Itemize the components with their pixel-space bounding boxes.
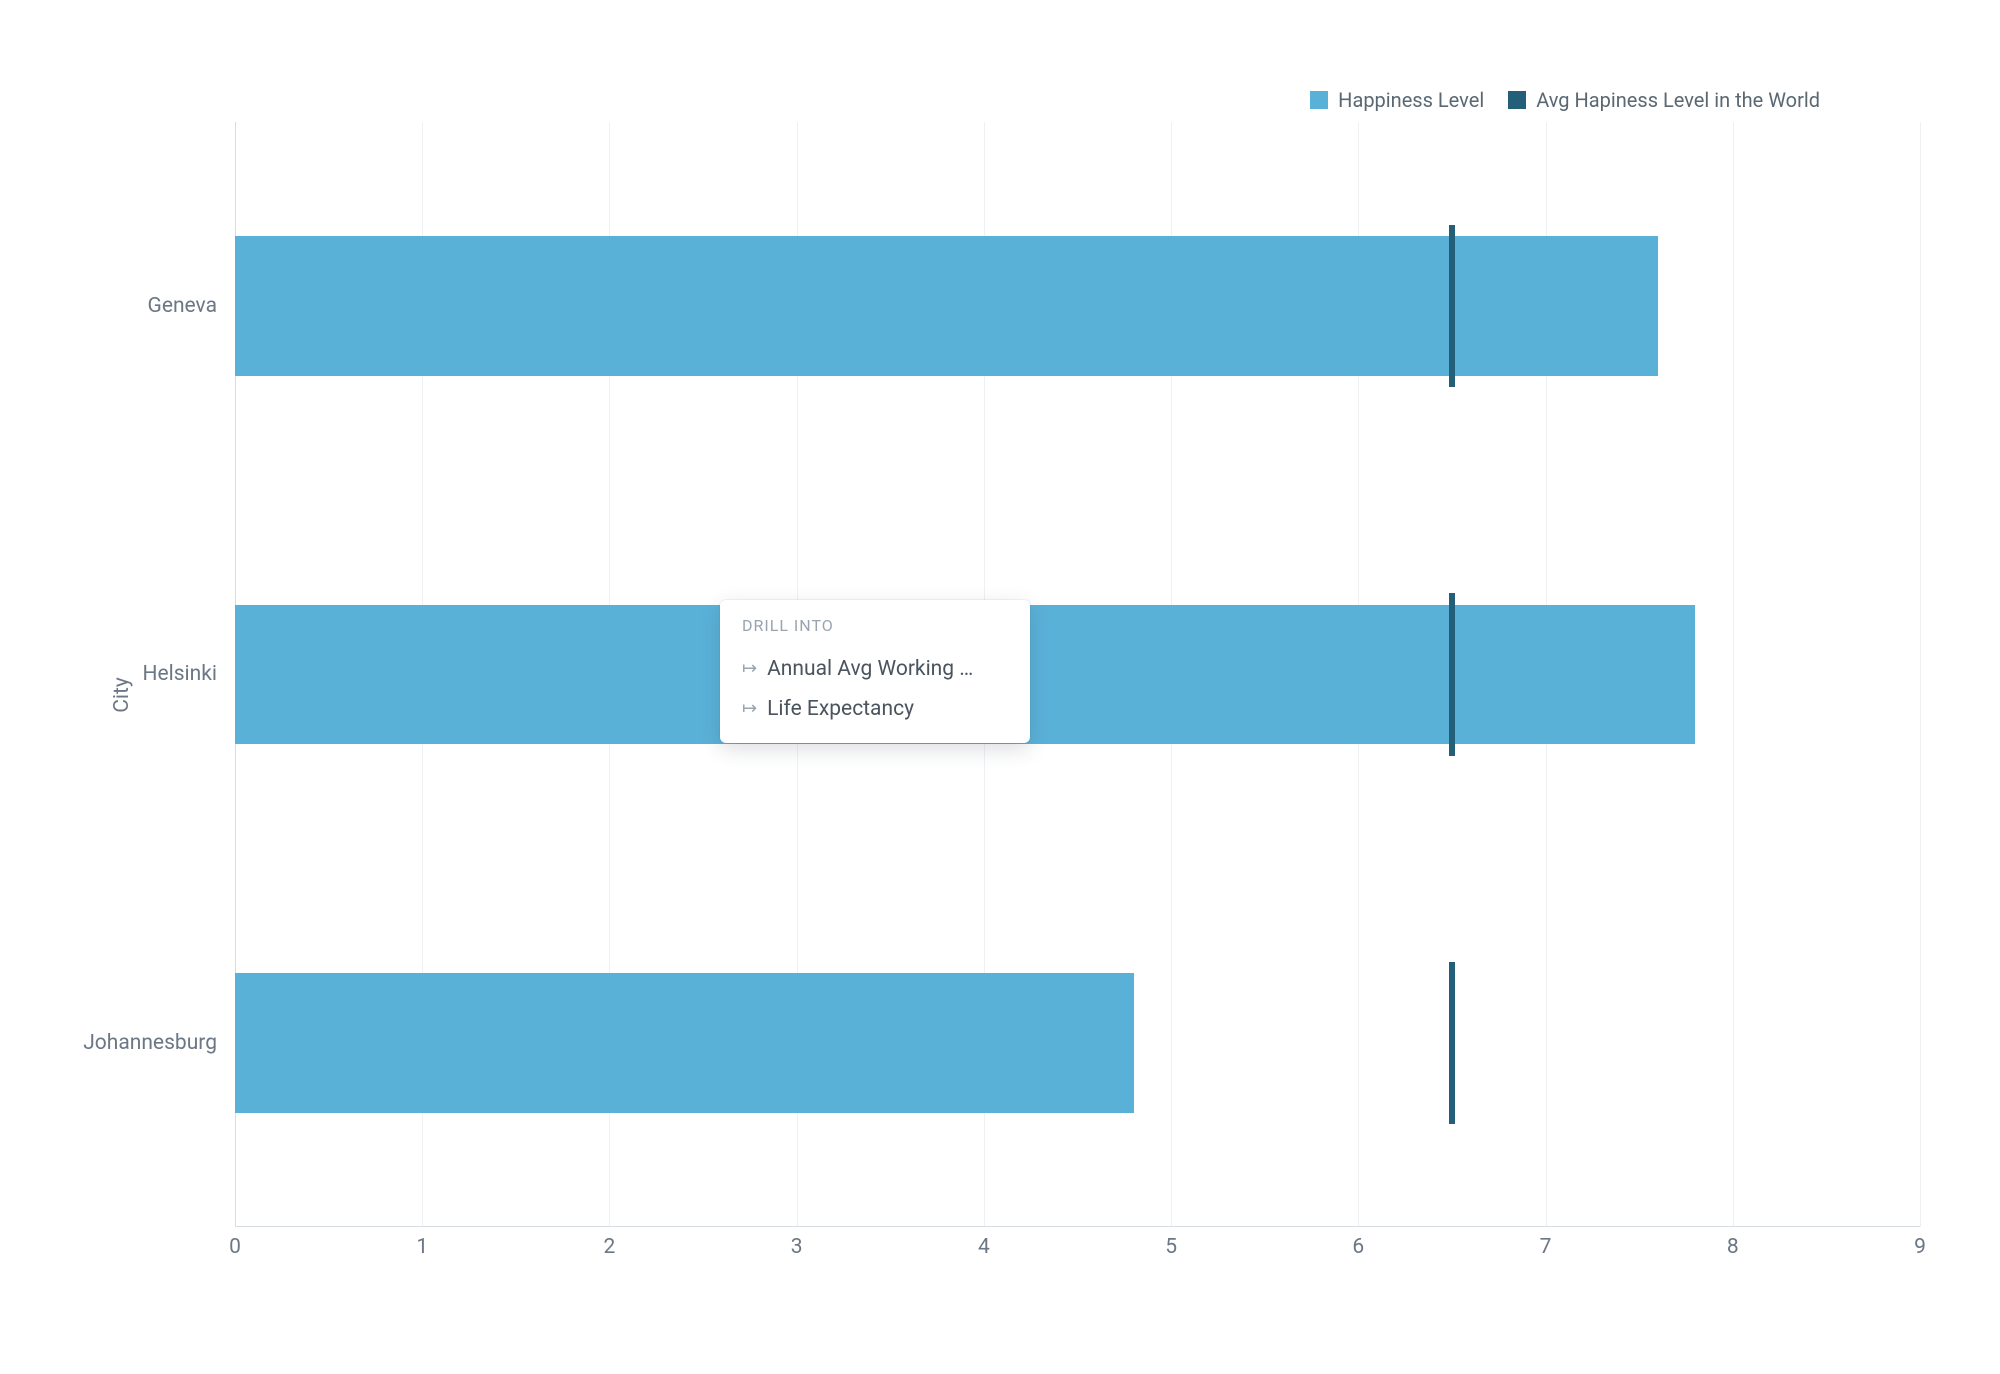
- x-tick-label: 0: [229, 1235, 241, 1259]
- x-tick-label: 8: [1727, 1235, 1739, 1259]
- drill-arrow-icon: ↦: [742, 698, 757, 719]
- drill-popover: DRILL INTO ↦ Annual Avg Working … ↦ Life Ex…: [720, 600, 1030, 743]
- drill-option[interactable]: ↦ Annual Avg Working …: [742, 649, 1008, 689]
- drill-option-label: Annual Avg Working …: [767, 657, 1008, 681]
- x-tick-label: 9: [1914, 1235, 1926, 1259]
- legend-label-happiness: Happiness Level: [1338, 88, 1484, 112]
- drill-option-label: Life Expectancy: [767, 697, 1008, 721]
- legend-item-happiness[interactable]: Happiness Level: [1310, 88, 1484, 112]
- x-tick-label: 5: [1165, 1235, 1177, 1259]
- x-tick-label: 3: [791, 1235, 803, 1259]
- bar-happiness[interactable]: [235, 236, 1658, 376]
- x-ticks: 0123456789: [235, 1235, 1920, 1275]
- x-tick-label: 1: [416, 1235, 428, 1259]
- bar-happiness[interactable]: [235, 973, 1134, 1113]
- y-tick-label: Helsinki: [142, 662, 217, 686]
- marker-avg[interactable]: [1449, 962, 1455, 1124]
- legend-item-avg[interactable]: Avg Hapiness Level in the World: [1508, 88, 1820, 112]
- legend-swatch-happiness: [1310, 91, 1328, 109]
- y-axis-label: City: [110, 677, 134, 713]
- plot-area: GenevaHelsinkiJohannesburg: [235, 122, 1920, 1227]
- x-tick-label: 6: [1352, 1235, 1364, 1259]
- x-tick-label: 2: [604, 1235, 616, 1259]
- marker-avg[interactable]: [1449, 225, 1455, 387]
- y-tick-label: Geneva: [148, 294, 217, 318]
- chart-row: Johannesburg: [235, 859, 1920, 1227]
- legend-swatch-avg: [1508, 91, 1526, 109]
- drill-option[interactable]: ↦ Life Expectancy: [742, 689, 1008, 729]
- chart-row: Geneva: [235, 122, 1920, 490]
- legend: Happiness Level Avg Hapiness Level in th…: [1310, 88, 1820, 112]
- legend-label-avg: Avg Hapiness Level in the World: [1536, 88, 1820, 112]
- x-tick-label: 4: [978, 1235, 990, 1259]
- marker-avg[interactable]: [1449, 593, 1455, 755]
- x-tick-label: 7: [1540, 1235, 1552, 1259]
- gridline: [1920, 122, 1921, 1227]
- drill-arrow-icon: ↦: [742, 658, 757, 679]
- bars-layer: GenevaHelsinkiJohannesburg: [235, 122, 1920, 1227]
- y-tick-label: Johannesburg: [83, 1031, 217, 1055]
- drill-popover-title: DRILL INTO: [742, 616, 1008, 635]
- chart-row: Helsinki: [235, 490, 1920, 858]
